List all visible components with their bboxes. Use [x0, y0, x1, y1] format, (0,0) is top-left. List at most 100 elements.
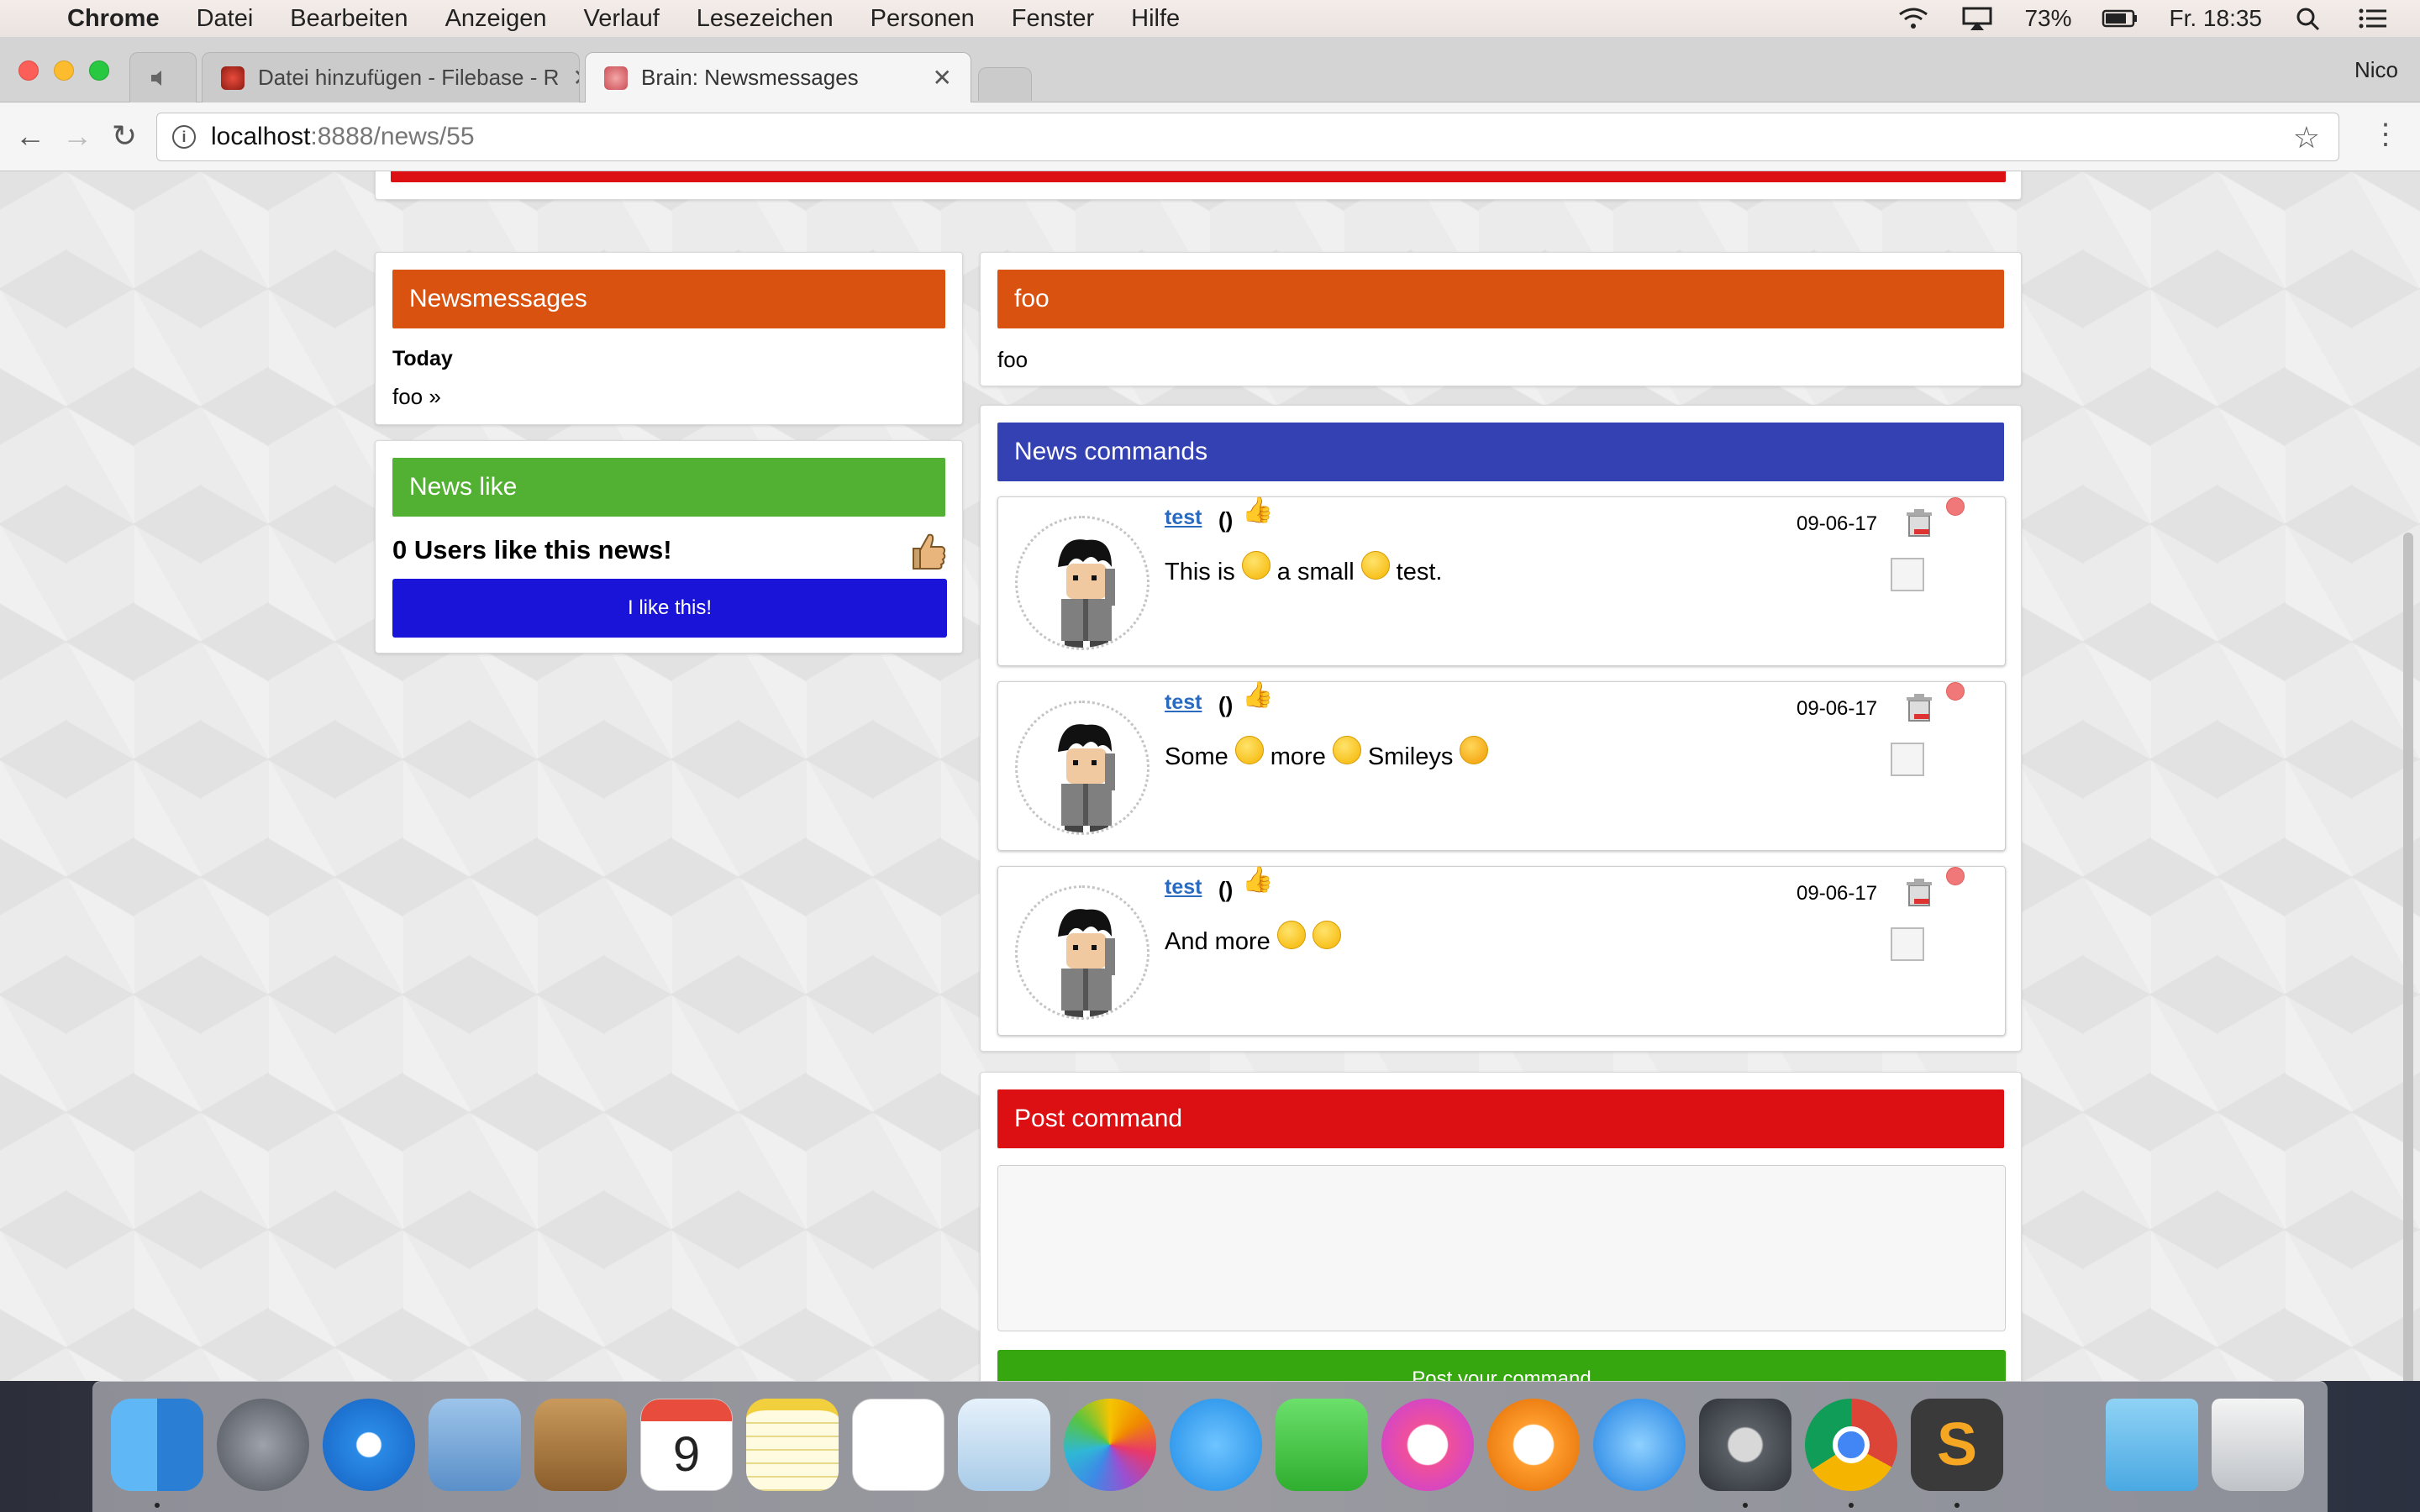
delete-trash-icon[interactable]	[1906, 509, 1933, 538]
bookmark-star-icon[interactable]: ☆	[2293, 120, 2320, 155]
command-textarea[interactable]	[997, 1165, 2006, 1331]
photos-icon[interactable]	[1064, 1399, 1156, 1491]
menu-verlauf[interactable]: Verlauf	[584, 5, 660, 33]
comment-like-paren: ()	[1218, 692, 1234, 717]
smiley-icon	[1241, 551, 1270, 580]
menu-lesezeichen[interactable]: Lesezeichen	[697, 5, 834, 33]
itunes-icon[interactable]	[1381, 1399, 1474, 1491]
tab-filebase[interactable]: Datei hinzufügen - Filebase - R ✕	[202, 52, 580, 102]
newslike-header: News like	[392, 458, 945, 517]
comment-text-segment: test.	[1396, 558, 1443, 585]
minimize-window-button[interactable]	[54, 60, 74, 81]
broken-image-icon	[1891, 927, 1924, 961]
delete-trash-icon[interactable]	[1906, 879, 1933, 907]
profile-name[interactable]: Nico	[2354, 57, 2398, 83]
trash-icon[interactable]	[2212, 1399, 2304, 1491]
facetime-icon[interactable]	[1276, 1399, 1368, 1491]
comment-author-link[interactable]: test	[1165, 506, 1202, 530]
grimace-smiley-icon	[1332, 736, 1361, 764]
wifi-icon[interactable]	[1897, 6, 1930, 31]
address-bar[interactable]: i localhost:8888/news/55 ☆	[156, 113, 2339, 161]
downloads-folder-icon[interactable]	[2106, 1399, 2198, 1491]
comment-date: 09-06-17	[1797, 697, 1878, 720]
group-label-today: Today	[392, 347, 453, 370]
close-window-button[interactable]	[18, 60, 39, 81]
mail-icon[interactable]	[429, 1399, 521, 1491]
comment-text: This is a small test.	[1165, 551, 1443, 586]
ibooks-icon[interactable]	[1487, 1399, 1580, 1491]
app-store-icon[interactable]	[1593, 1399, 1686, 1491]
close-tab-icon[interactable]: ✕	[559, 64, 579, 92]
like-button[interactable]: I like this!	[392, 579, 947, 638]
user-avatar	[1015, 516, 1150, 650]
chrome-icon[interactable]	[1805, 1399, 1897, 1491]
comment-author-link[interactable]: test	[1165, 690, 1202, 715]
comment-thumbs-up-icon[interactable]: 👍	[1242, 680, 1273, 710]
comment-card: test () 👍 09-06-17 Some more Smileys	[997, 681, 2006, 851]
new-tab-button[interactable]	[978, 67, 1032, 101]
menu-datei[interactable]: Datei	[197, 5, 254, 33]
sad-smiley-icon	[1276, 921, 1306, 949]
menu-personen[interactable]: Personen	[871, 5, 975, 33]
post-command-header: Post command	[997, 1089, 2004, 1148]
chrome-window: Datei hinzufügen - Filebase - R ✕ Brain:…	[0, 37, 2420, 1381]
menu-anzeigen[interactable]: Anzeigen	[445, 5, 547, 33]
launchpad-icon[interactable]	[217, 1399, 309, 1491]
page-scrollbar[interactable]	[2403, 533, 2413, 1381]
messages-icon[interactable]	[1170, 1399, 1262, 1491]
browser-toolbar: ← → ↻ i localhost:8888/news/55 ☆ ⋮	[0, 102, 2420, 171]
newsmessages-header: Newsmessages	[392, 270, 945, 328]
broken-image-icon	[1891, 558, 1924, 591]
notification-center-icon[interactable]	[2356, 6, 2390, 31]
calendar-icon[interactable]: 9	[640, 1399, 733, 1491]
back-arrow-icon[interactable]: ←	[12, 118, 49, 155]
speaker-muted-icon[interactable]	[149, 67, 171, 89]
smiley-icon	[1312, 921, 1341, 949]
news-link-foo[interactable]: foo »	[392, 384, 441, 410]
article-panel: foo foo	[980, 252, 2022, 386]
zoom-window-button[interactable]	[89, 60, 109, 81]
delete-trash-icon[interactable]	[1906, 694, 1933, 722]
tab-muted[interactable]	[129, 52, 197, 102]
comment-text-segment: And more	[1165, 927, 1270, 955]
reload-icon[interactable]: ↻	[106, 118, 143, 155]
comment-thumbs-up-icon[interactable]: 👍	[1242, 865, 1273, 895]
system-preferences-icon[interactable]	[1699, 1399, 1791, 1491]
comment-like-paren: ()	[1218, 507, 1234, 533]
comment-author-link[interactable]: test	[1165, 875, 1202, 900]
url-host: localhost	[211, 123, 311, 150]
comment-card: test () 👍 09-06-17 This is a small test.	[997, 496, 2006, 666]
sublime-text-icon[interactable]: S	[1911, 1399, 2003, 1491]
comment-card: test () 👍 09-06-17 And more	[997, 866, 2006, 1036]
maps-icon[interactable]	[958, 1399, 1050, 1491]
post-command-panel: Post command Post your command	[980, 1072, 2022, 1381]
tab-filebase-label: Datei hinzufügen - Filebase - R	[258, 65, 560, 90]
forward-arrow-icon[interactable]: →	[59, 118, 96, 155]
chrome-menu-icon[interactable]: ⋮	[2371, 118, 2400, 151]
safari-icon[interactable]	[323, 1399, 415, 1491]
close-tab-icon[interactable]: ✕	[919, 64, 952, 92]
post-command-button[interactable]: Post your command	[997, 1350, 2006, 1381]
url-path: :8888/news/55	[310, 123, 475, 150]
tab-brain-label: Brain: Newsmessages	[641, 65, 859, 90]
reminders-icon[interactable]	[852, 1399, 944, 1491]
comment-date: 09-06-17	[1797, 882, 1878, 905]
battery-icon[interactable]	[2102, 6, 2139, 31]
menu-bearbeiten[interactable]: Bearbeiten	[290, 5, 408, 33]
menu-app-chrome[interactable]: Chrome	[67, 5, 160, 33]
menu-hilfe[interactable]: Hilfe	[1131, 5, 1180, 33]
comment-thumbs-up-icon[interactable]: 👍	[1242, 496, 1273, 525]
finder-icon[interactable]	[111, 1399, 203, 1491]
site-info-icon[interactable]: i	[172, 125, 196, 149]
comment-text-segment: Smileys	[1367, 743, 1454, 770]
menubar-clock[interactable]: Fr. 18:35	[2169, 5, 2262, 32]
airplay-icon[interactable]	[1960, 6, 1994, 31]
spotlight-search-icon[interactable]	[2292, 6, 2326, 31]
status-dot-icon	[1946, 682, 1965, 701]
thumbs-up-icon	[913, 533, 946, 570]
tab-brain-newsmessages[interactable]: Brain: Newsmessages ✕	[585, 52, 971, 102]
notes-icon[interactable]	[746, 1399, 839, 1491]
running-indicator	[1849, 1503, 1854, 1508]
contacts-icon[interactable]	[534, 1399, 627, 1491]
menu-fenster[interactable]: Fenster	[1012, 5, 1094, 33]
